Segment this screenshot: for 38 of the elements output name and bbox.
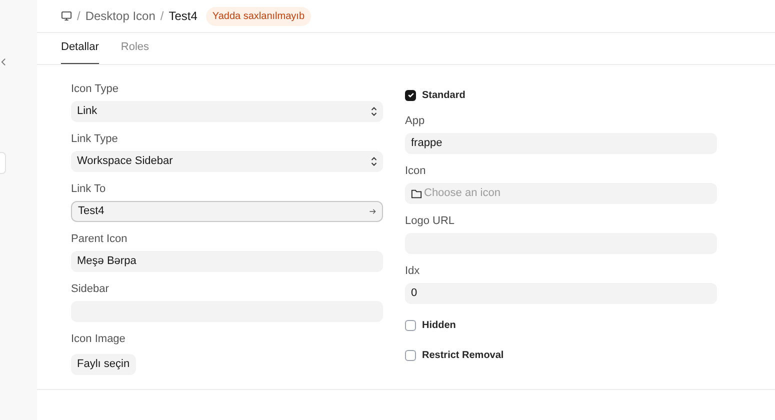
field-label: Link To	[71, 182, 107, 196]
monitor-icon	[61, 11, 72, 21]
checkbox[interactable]	[405, 350, 416, 360]
checkbox[interactable]	[405, 90, 416, 100]
check-icon	[406, 91, 414, 99]
input-field[interactable]: Meşə Bərpa	[71, 251, 383, 272]
folder-icon	[411, 188, 422, 198]
arrow-right-icon	[369, 208, 376, 215]
document-title: Test4	[168, 8, 198, 25]
breadcrumb-separator: /	[160, 8, 164, 25]
field-label: Link Type	[71, 132, 119, 146]
tab[interactable]: Roles	[120, 38, 150, 64]
select-field[interactable]: Link	[71, 101, 383, 122]
field-label: Logo URL	[405, 214, 456, 228]
field-label: Icon Type	[71, 82, 120, 96]
field-label: Icon Image	[71, 332, 126, 346]
field-label: Icon	[405, 164, 427, 178]
field-label: Parent Icon	[71, 232, 128, 246]
field-label: Sidebar	[71, 282, 110, 296]
checkbox-label: Hidden	[422, 318, 456, 332]
input-field[interactable]: frappe	[405, 133, 717, 154]
input-field[interactable]: 0	[405, 283, 717, 304]
tab[interactable]: Detallar	[61, 38, 99, 64]
chevron-left-icon	[1, 58, 6, 66]
select-field[interactable]: Workspace Sidebar	[71, 151, 383, 172]
status-badge: Yadda saxlanılmayıb	[206, 6, 311, 26]
checkbox-label: Restrict Removal	[422, 348, 504, 362]
chevron-updown-icon	[371, 107, 377, 116]
field-label: App	[405, 114, 426, 128]
sidebar-tab[interactable]	[0, 152, 6, 174]
field-label: Idx	[405, 264, 421, 278]
breadcrumb-separator: /	[77, 8, 80, 25]
lookup-field[interactable]: Test4	[71, 201, 383, 222]
breadcrumb-link[interactable]: Desktop Icon	[85, 7, 156, 25]
chevron-updown-icon	[371, 157, 377, 166]
checkbox[interactable]	[405, 320, 416, 330]
checkbox-label: Standard	[422, 88, 466, 102]
choose-file-button[interactable]: Faylı seçin	[71, 354, 136, 375]
